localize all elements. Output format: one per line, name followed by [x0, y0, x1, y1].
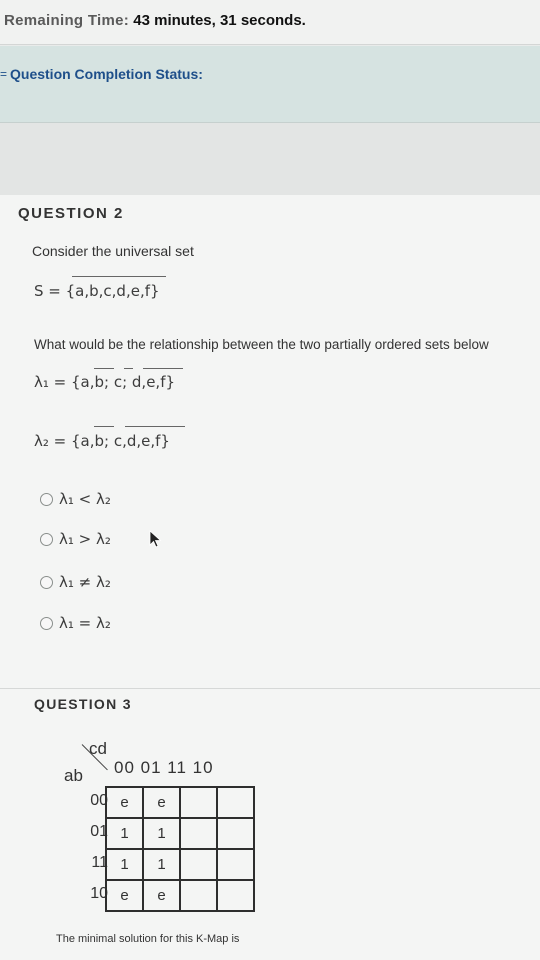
radio-button[interactable] [40, 616, 53, 630]
option-4[interactable]: λ₁ = λ₂ [40, 614, 111, 632]
question-2-prompt: Consider the universal set [32, 243, 194, 259]
overline [143, 368, 183, 369]
option-2[interactable]: λ₁ > λ₂ [40, 530, 111, 548]
kmap-row: 1 1 [105, 817, 255, 850]
remaining-time-value: 43 minutes, 31 seconds. [133, 12, 306, 29]
universal-set: S = {a,b,c,d,e,f} [34, 282, 160, 300]
question-divider [0, 688, 540, 689]
kmap-row-label: 00 [90, 792, 108, 809]
overline [94, 368, 114, 369]
kmap-cell: 1 [142, 817, 181, 850]
radio-button[interactable] [40, 575, 53, 589]
timer-bar: Remaining Time: 43 minutes, 31 seconds. [0, 0, 540, 45]
kmap-row-label: 11 [91, 854, 108, 871]
lambda-2-set: λ₂ = {a,b; c,d,e,f} [34, 432, 170, 450]
overline [72, 276, 166, 277]
kmap-row: 1 1 [105, 848, 255, 881]
question-2-title: QUESTION 2 [18, 205, 124, 222]
kmap-cell [216, 848, 255, 881]
mouse-pointer-icon [149, 530, 162, 548]
kmap-row: e e [105, 879, 255, 912]
kmap-ab-label: ab [64, 766, 83, 785]
kmap-row: e e [105, 786, 255, 819]
option-1[interactable]: λ₁ < λ₂ [40, 490, 111, 508]
remaining-time: Remaining Time: 43 minutes, 31 seconds. [4, 12, 306, 29]
expand-icon[interactable]: = [0, 67, 7, 81]
kmap-cell: e [105, 786, 144, 819]
option-label: λ₁ ≠ λ₂ [59, 573, 111, 591]
kmap-cell: 1 [105, 817, 144, 850]
radio-button[interactable] [40, 532, 53, 546]
kmap-cell: e [142, 879, 181, 912]
section-gap [0, 123, 540, 195]
kmap-column-headers: 00 01 11 10 [114, 758, 214, 777]
kmap-row-label: 01 [90, 823, 108, 840]
kmap-row-label: 10 [90, 885, 108, 902]
kmap-cell [216, 786, 255, 819]
option-label: λ₁ > λ₂ [59, 530, 111, 548]
overline [94, 426, 114, 427]
kmap-cell [216, 817, 255, 850]
question-3-title: QUESTION 3 [34, 696, 132, 712]
kmap-grid: e e 1 1 1 1 e e [105, 786, 255, 912]
kmap-cell: e [142, 786, 181, 819]
kmap-cell [179, 786, 218, 819]
question-completion-status-label[interactable]: Question Completion Status: [10, 66, 203, 82]
kmap-cd-label: cd [89, 739, 107, 758]
option-label: λ₁ < λ₂ [59, 490, 111, 508]
remaining-time-label: Remaining Time: [4, 12, 130, 29]
relationship-prompt: What would be the relationship between t… [34, 337, 489, 352]
lambda-1-set: λ₁ = {a,b; c; d,e,f} [34, 373, 176, 391]
overline [124, 368, 133, 369]
kmap-cell [216, 879, 255, 912]
question-completion-status[interactable]: = Question Completion Status: [0, 46, 540, 123]
kmap-cell [179, 879, 218, 912]
option-3[interactable]: λ₁ ≠ λ₂ [40, 573, 111, 591]
question-3-prompt: The minimal solution for this K-Map is [56, 933, 240, 945]
kmap-cell: 1 [142, 848, 181, 881]
kmap-cell: 1 [105, 848, 144, 881]
radio-button[interactable] [40, 492, 53, 506]
kmap-cell [179, 848, 218, 881]
kmap-cell: e [105, 879, 144, 912]
kmap-cell [179, 817, 218, 850]
overline [125, 426, 185, 427]
option-label: λ₁ = λ₂ [59, 614, 111, 632]
